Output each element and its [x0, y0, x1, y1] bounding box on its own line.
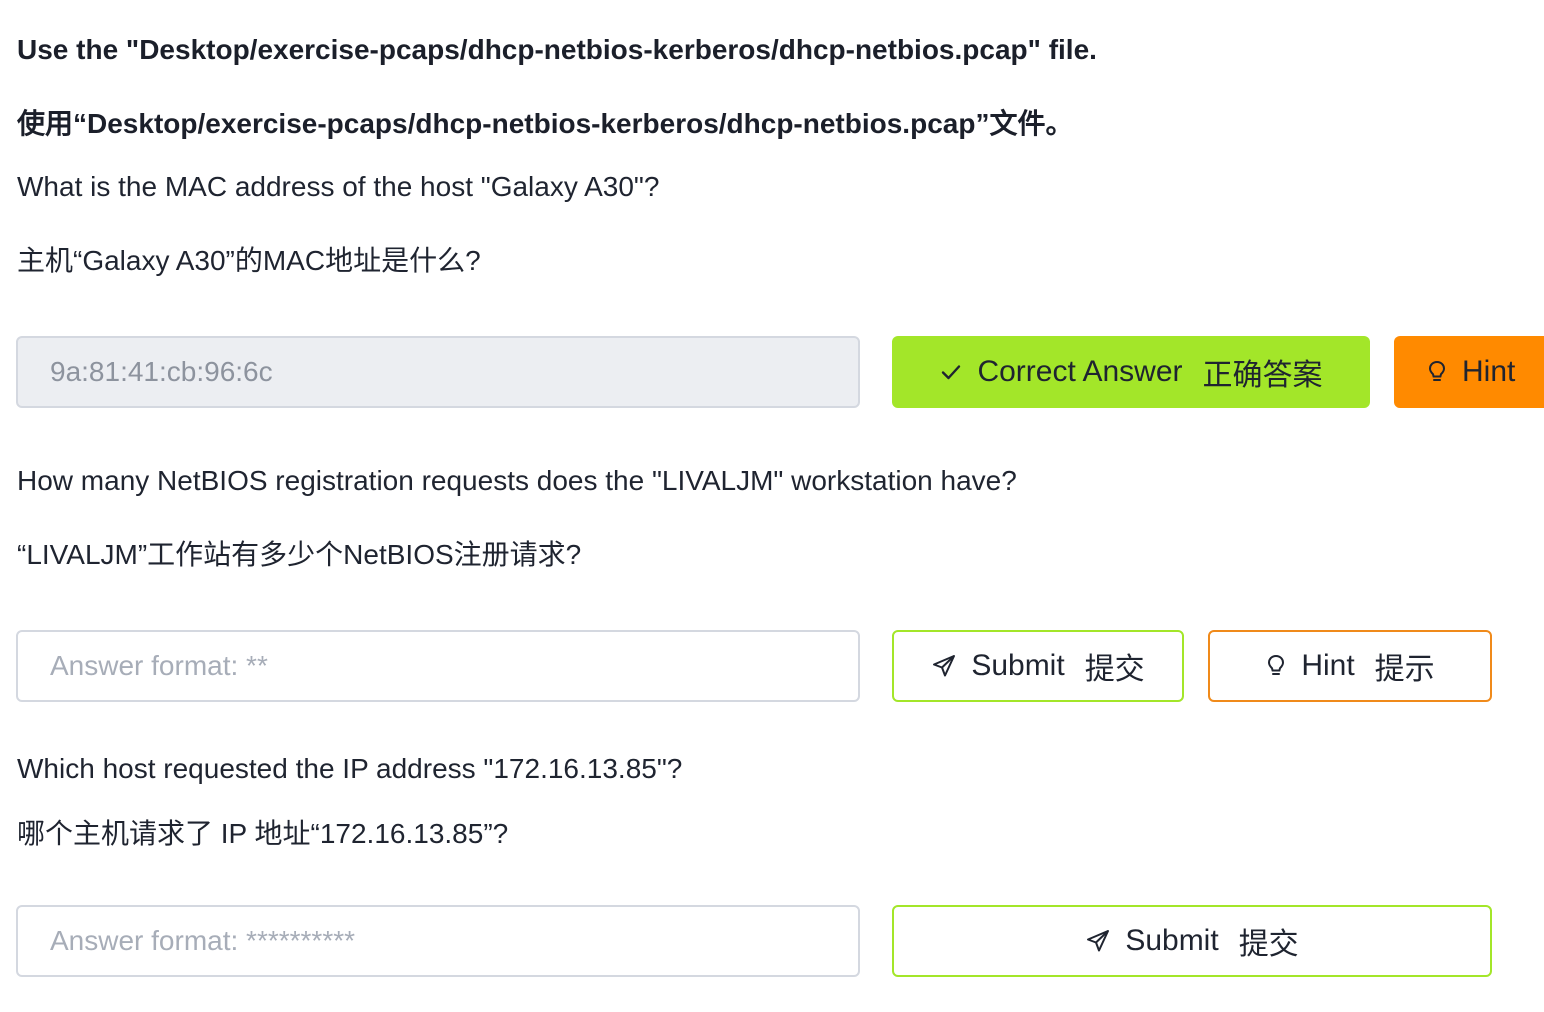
- correct-answer-label-en: Correct Answer: [977, 355, 1183, 388]
- correct-answer-label-zh: 正确答案: [1202, 359, 1323, 392]
- question-2-submit-button[interactable]: Submit 提交: [892, 630, 1184, 702]
- question-3-answer-input[interactable]: [16, 905, 860, 977]
- question-1-answer-value: 9a:81:41:cb:96:6c: [50, 356, 273, 387]
- question-2-text-zh: “LIVALJM”工作站有多少个NetBIOS注册请求?: [17, 539, 582, 570]
- question-1-hint-button[interactable]: Hint: [1394, 336, 1544, 408]
- send-icon: [1085, 928, 1111, 954]
- question-2-answer-input[interactable]: [16, 630, 860, 702]
- question-3-submit-label-zh: 提交: [1238, 928, 1299, 961]
- send-icon: [931, 653, 957, 679]
- question-2-submit-label-zh: 提交: [1084, 653, 1145, 686]
- lightbulb-icon: [1426, 359, 1448, 385]
- question-3-text-zh: 哪个主机请求了 IP 地址“172.16.13.85”?: [17, 818, 509, 849]
- file-instruction-en: Use the "Desktop/exercise-pcaps/dhcp-net…: [17, 34, 1097, 65]
- question-2-hint-label-en: Hint: [1301, 649, 1355, 682]
- question-1-text-en: What is the MAC address of the host "Gal…: [17, 171, 660, 202]
- question-3-submit-button[interactable]: Submit 提交: [892, 905, 1492, 977]
- question-2-text-en: How many NetBIOS registration requests d…: [17, 465, 1017, 496]
- correct-answer-button[interactable]: Correct Answer 正确答案: [892, 336, 1370, 408]
- lightbulb-icon: [1265, 653, 1287, 679]
- check-icon: [939, 360, 963, 384]
- question-2-hint-label-zh: 提示: [1374, 653, 1435, 686]
- question-1-hint-label: Hint: [1462, 355, 1516, 388]
- question-3-submit-label-en: Submit: [1125, 924, 1219, 957]
- question-2-hint-button[interactable]: Hint 提示: [1208, 630, 1492, 702]
- file-instruction-zh: 使用“Desktop/exercise-pcaps/dhcp-netbios-k…: [17, 108, 1074, 139]
- question-1-text-zh: 主机“Galaxy A30”的MAC地址是什么?: [17, 245, 481, 276]
- question-2-submit-label-en: Submit: [971, 649, 1065, 682]
- question-3-text-en: Which host requested the IP address "172…: [17, 753, 683, 784]
- question-1-answer-field: 9a:81:41:cb:96:6c: [16, 336, 860, 408]
